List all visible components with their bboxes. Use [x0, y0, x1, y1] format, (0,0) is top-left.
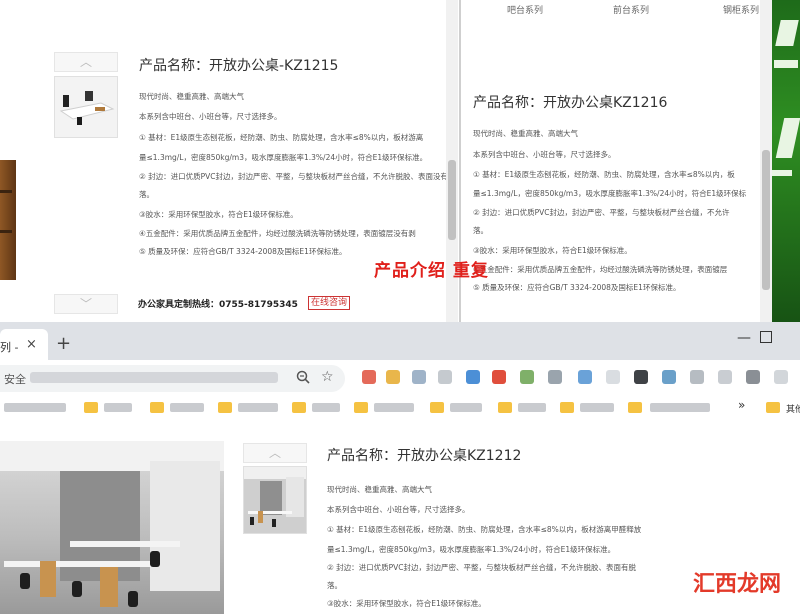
bookmark-item[interactable]	[450, 403, 482, 412]
folder-icon[interactable]	[292, 402, 306, 413]
product-desc-line: 落。	[139, 190, 154, 199]
product-desc-line: ④五金配件：采用优质品牌五金配件，均经过酸洗磷洗等防锈处理，表面镀层	[473, 265, 728, 274]
other-bookmarks-label[interactable]: 其他	[786, 402, 800, 415]
extension-icon[interactable]	[690, 370, 704, 384]
product-desc-line: 本系列含中班台、小班台等，尺寸选择多。	[327, 505, 470, 514]
folder-icon[interactable]	[560, 402, 574, 413]
product-desc-line: 本系列含中班台、小班台等，尺寸选择多。	[139, 112, 282, 121]
product-desc-line: 现代时尚、稳重高雅、高端大气	[327, 485, 432, 494]
product-desc-line: 量≤1.3mg/L，密度850kg/m3，吸水厚度膨胀率1.3%/24小时，符合…	[327, 545, 616, 554]
product-main-image	[0, 441, 224, 614]
folder-icon[interactable]	[84, 402, 98, 413]
extension-icon[interactable]	[520, 370, 534, 384]
product-desc-line: 落。	[473, 226, 488, 235]
product-title: 产品名称：开放办公桌KZ1216	[473, 95, 668, 111]
product-desc-line: 量≤1.3mg/L，密度850kg/m3，吸水厚度膨胀率1.3%/24小时，符合…	[473, 189, 747, 198]
nav-link-reception-series[interactable]: 前台系列	[613, 3, 649, 16]
promo-poster-image	[772, 0, 800, 322]
site-watermark: 汇西龙网	[693, 572, 782, 597]
product-desc-line: ③胶水：采用环保型胶水，符合E1级环保标准。	[327, 599, 486, 608]
folder-icon[interactable]	[354, 402, 368, 413]
bookmark-star-icon[interactable]: ☆	[321, 369, 334, 385]
product-desc-line: ① 基材：E1级原生态刨花板，经防潮、防虫、防腐处理，含水率≤8%以内，板	[473, 170, 735, 179]
bookmark-item[interactable]	[374, 403, 414, 412]
bookmarks-overflow-button[interactable]: »	[738, 398, 745, 412]
new-tab-button[interactable]: +	[56, 333, 71, 354]
extension-icon[interactable]	[578, 370, 592, 384]
extension-icon[interactable]	[774, 370, 788, 384]
product-main-image	[0, 160, 16, 280]
extension-icon[interactable]	[466, 370, 480, 384]
thumb-prev-button[interactable]: ︿	[243, 443, 307, 463]
product-thumbnail[interactable]	[243, 466, 307, 534]
product-desc-line: ② 封边：进口优质PVC封边，封边严密、平整，与整块板材严丝合缝，不允许	[473, 208, 730, 217]
folder-icon[interactable]	[150, 402, 164, 413]
product-desc-line: 落。	[327, 581, 342, 590]
product-desc-line: ④五金配件：采用优质品牌五金配件，均经过酸洗磷洗等防锈处理，表面镀层没有剥	[139, 229, 416, 238]
product-desc-line: ② 封边：进口优质PVC封边，封边严密、平整，与整块板材严丝合缝，不允许脱胶、表…	[139, 172, 456, 181]
scrollbar-thumb[interactable]	[762, 150, 770, 290]
thumb-prev-button[interactable]: ︿	[54, 52, 118, 72]
maximize-button[interactable]	[760, 331, 772, 343]
extension-icon[interactable]	[492, 370, 506, 384]
nav-link-bar-series[interactable]: 吧台系列	[507, 3, 543, 16]
zoom-icon[interactable]	[296, 370, 310, 384]
tab-strip	[0, 322, 800, 360]
close-icon[interactable]: ×	[26, 337, 37, 352]
extension-icon[interactable]	[718, 370, 732, 384]
bookmark-item[interactable]	[650, 403, 710, 412]
product-title: 产品名称：开放办公桌-KZ1215	[139, 58, 339, 74]
bookmark-item[interactable]	[518, 403, 546, 412]
bookmark-item[interactable]	[170, 403, 204, 412]
tab-title[interactable]: 列 -	[0, 339, 18, 355]
product-title: 产品名称：开放办公桌KZ1212	[327, 448, 522, 464]
extension-icon[interactable]	[606, 370, 620, 384]
online-consult-button[interactable]: 在线咨询	[308, 296, 351, 310]
extension-icon[interactable]	[362, 370, 376, 384]
thumb-next-button[interactable]: ﹀	[54, 294, 118, 314]
folder-icon[interactable]	[430, 402, 444, 413]
product-desc-line: ⑤ 质量及环保：应符合GB/T 3324-2008及国标E1环保标准。	[473, 283, 681, 292]
folder-icon[interactable]	[218, 402, 232, 413]
bookmark-item[interactable]	[104, 403, 132, 412]
bookmark-item[interactable]	[580, 403, 614, 412]
product-thumbnail[interactable]	[54, 76, 118, 138]
product-desc-line: 现代时尚、稳重高雅、高端大气	[473, 129, 578, 138]
product-desc-line: ① 基材：E1级原生态刨花板，经防潮、防虫、防腐处理，含水率≤8%以内，板材游离…	[327, 525, 642, 534]
folder-icon[interactable]	[498, 402, 512, 413]
extension-icon[interactable]	[548, 370, 562, 384]
extension-icon[interactable]	[386, 370, 400, 384]
bookmark-item[interactable]	[312, 403, 340, 412]
nav-link-steel-cabinet-series[interactable]: 钢柜系列	[723, 3, 759, 16]
extension-icon[interactable]	[662, 370, 676, 384]
office-thumbnail-icon	[244, 467, 306, 533]
bookmark-item[interactable]	[238, 403, 278, 412]
hotline-text: 办公家具定制热线：0755-81795345	[138, 300, 298, 310]
product-page-kz1216: 吧台系列 前台系列 钢柜系列 产品名称：开放办公桌KZ1216 现代时尚、稳重高…	[459, 0, 774, 322]
product-desc-line: 现代时尚、稳重高雅、高端大气	[139, 92, 244, 101]
product-desc-line: ③胶水：采用环保型胶水，符合E1级环保标准。	[473, 246, 632, 255]
desk-thumbnail-icon	[55, 77, 117, 137]
bookmark-item[interactable]	[4, 403, 66, 412]
extension-icon[interactable]	[412, 370, 426, 384]
minimize-button[interactable]: —	[737, 330, 751, 346]
security-label[interactable]: 安全	[4, 371, 26, 387]
product-desc-line: ① 基材：E1级原生态刨花板，经防潮、防虫、防腐处理，含水率≤8%以内，板材游离	[139, 133, 424, 142]
address-url-blurred[interactable]	[30, 372, 278, 383]
folder-icon[interactable]	[628, 402, 642, 413]
extension-icon[interactable]	[634, 370, 648, 384]
product-desc-line: 量≤1.3mg/L，密度850kg/m3，吸水厚度膨胀率1.3%/24小时，符合…	[139, 153, 428, 162]
scrollbar-thumb[interactable]	[448, 160, 456, 240]
extension-icon[interactable]	[746, 370, 760, 384]
annotation-text: 产品介绍 重复	[374, 261, 489, 281]
product-desc-line: ⑤ 质量及环保：应符合GB/T 3324-2008及国标E1环保标准。	[139, 247, 347, 256]
product-desc-line: 本系列含中班台、小班台等，尺寸选择多。	[473, 150, 616, 159]
folder-icon[interactable]	[766, 402, 780, 413]
product-desc-line: ② 封边：进口优质PVC封边，封边严密、平整，与整块板材严丝合缝，不允许脱胶、表…	[327, 563, 636, 572]
scrollbar[interactable]	[760, 0, 772, 322]
product-desc-line: ③胶水：采用环保型胶水，符合E1级环保标准。	[139, 210, 298, 219]
extension-icon[interactable]	[438, 370, 452, 384]
